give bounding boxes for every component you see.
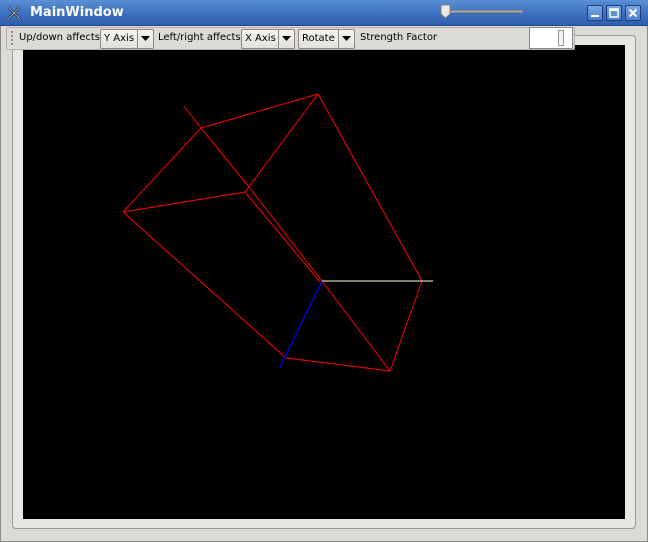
box-edge [317, 93, 423, 282]
close-button[interactable] [625, 5, 641, 21]
leftright-axis-select[interactable]: X Axis [241, 29, 295, 49]
z-axis-line [279, 280, 323, 368]
toolbar-grip[interactable] [10, 30, 14, 47]
mode-value: Rotate [302, 33, 335, 44]
updown-label: Up/down affects [19, 32, 100, 43]
box-edge [389, 280, 423, 372]
box-edge [244, 93, 319, 193]
spin-buttons[interactable] [558, 30, 564, 46]
strength-label: Strength Factor [360, 32, 438, 43]
mode-select[interactable]: Rotate [298, 29, 355, 49]
gl-viewport[interactable] [23, 45, 625, 519]
box-edge [321, 280, 391, 372]
dropdown-arrow-button[interactable] [338, 30, 354, 48]
box-edge [244, 191, 321, 283]
chevron-down-icon [342, 36, 351, 41]
maximize-icon [609, 8, 619, 18]
window-title: MainWindow [30, 5, 124, 20]
box-edge [200, 127, 250, 188]
box-edge [122, 127, 202, 213]
strength-slider-groove[interactable] [445, 10, 523, 13]
minimize-button[interactable] [587, 5, 603, 21]
box-edge [200, 93, 319, 129]
chevron-down-icon [282, 36, 291, 41]
box-edge [285, 357, 391, 372]
updown-axis-select[interactable]: Y Axis [100, 29, 154, 49]
wireframe-scene [122, 93, 433, 372]
updown-axis-value: Y Axis [104, 33, 135, 44]
box-edge [122, 211, 287, 359]
title-bar[interactable]: MainWindow [0, 0, 648, 26]
close-icon [628, 8, 638, 18]
dropdown-arrow-button[interactable] [137, 30, 153, 48]
strength-value-field[interactable] [529, 27, 573, 49]
app-icon [7, 6, 21, 20]
strength-slider-handle[interactable] [440, 4, 451, 19]
maximize-button[interactable] [606, 5, 622, 21]
minimize-icon [591, 15, 599, 17]
leftright-label: Left/right affects [158, 32, 241, 43]
dropdown-arrow-button[interactable] [278, 30, 294, 48]
controls-toolbar: Up/down affects Y Axis Left/right affect… [6, 27, 575, 50]
box-edge [183, 105, 202, 129]
box-edge [122, 191, 246, 213]
leftright-axis-value: X Axis [245, 33, 276, 44]
chevron-down-icon [141, 36, 150, 41]
box-edge [248, 186, 323, 282]
